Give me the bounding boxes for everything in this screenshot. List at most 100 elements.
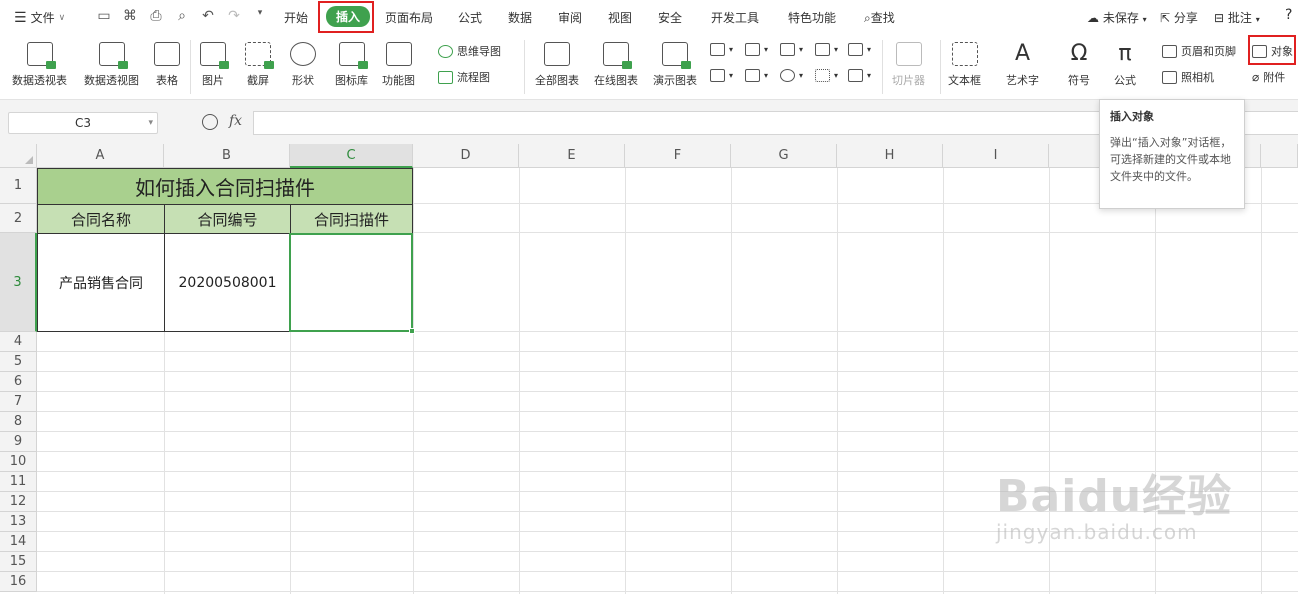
attachment-button[interactable]: ⌀ 附件 — [1252, 69, 1285, 85]
row-header-13[interactable]: 13 — [0, 512, 37, 532]
gridline — [37, 591, 1298, 592]
screenshot-button[interactable]: 截屏 — [245, 42, 274, 88]
column-header-i[interactable]: I — [943, 144, 1049, 168]
header-cell-c2[interactable]: 合同扫描件 — [290, 204, 413, 234]
other-chart-button[interactable]: ▾ — [848, 69, 871, 82]
mindmap-button[interactable]: 思维导图 — [438, 43, 501, 59]
row-header-14[interactable]: 14 — [0, 532, 37, 552]
function-chart-button[interactable]: 功能图 — [382, 42, 415, 88]
data-cell-b3[interactable]: 20200508001 — [164, 233, 291, 332]
header-cell-b2[interactable]: 合同编号 — [164, 204, 291, 234]
row-header-15[interactable]: 15 — [0, 552, 37, 572]
pi-icon: π — [1118, 41, 1132, 66]
search-button[interactable]: ⌕查找 — [864, 9, 895, 26]
print-preview-icon[interactable]: ⌕ — [174, 8, 190, 24]
flowchart-button[interactable]: 流程图 — [438, 69, 490, 85]
demo-charts-button[interactable]: 演示图表 — [653, 42, 697, 88]
print-icon[interactable]: ⎙ — [148, 8, 164, 24]
data-cell-a3[interactable]: 产品销售合同 — [37, 233, 165, 332]
column-header-e[interactable]: E — [519, 144, 625, 168]
redo-icon[interactable]: ↷ — [226, 8, 242, 24]
spreadsheet-grid[interactable]: A B C D E F G H I 1 2 3 4 5 6 7 8 9 10 1… — [0, 144, 1298, 594]
column-header-l[interactable] — [1261, 144, 1298, 168]
column-header-f[interactable]: F — [625, 144, 731, 168]
row-header-4[interactable]: 4 — [0, 332, 37, 352]
table-button[interactable]: 表格 — [154, 42, 180, 88]
row-header-12[interactable]: 12 — [0, 492, 37, 512]
row-header-7[interactable]: 7 — [0, 392, 37, 412]
tab-formulas[interactable]: 公式 — [458, 9, 482, 26]
pie-chart-icon — [780, 69, 795, 82]
area-chart-button[interactable]: ▾ — [848, 43, 871, 56]
select-all-corner[interactable] — [0, 144, 37, 168]
pivot-table-button[interactable]: 数据透视表 — [12, 42, 67, 88]
all-charts-button[interactable]: 全部图表 — [535, 42, 579, 88]
row-header-16[interactable]: 16 — [0, 572, 37, 592]
tab-page-layout[interactable]: 页面布局 — [385, 9, 433, 26]
unsaved-status[interactable]: ☁ 未保存 ▾ — [1087, 9, 1147, 26]
row-header-6[interactable]: 6 — [0, 372, 37, 392]
formula-button[interactable]: π 公式 — [1112, 42, 1138, 88]
column-header-g[interactable]: G — [731, 144, 837, 168]
row-header-5[interactable]: 5 — [0, 352, 37, 372]
comment-button[interactable]: ⊟ 批注 ▾ — [1214, 9, 1260, 26]
share-button[interactable]: ⇱ 分享 — [1160, 9, 1198, 26]
row-header-11[interactable]: 11 — [0, 472, 37, 492]
quick-access-toolbar: ▭ ⌘ ⎙ ⌕ ↶ ↷ ▾ — [96, 8, 268, 24]
symbol-button[interactable]: Ω 符号 — [1066, 42, 1092, 88]
icon-library-button[interactable]: 图标库 — [335, 42, 368, 88]
active-cell-selection[interactable] — [289, 233, 413, 332]
tab-review[interactable]: 审阅 — [558, 9, 582, 26]
textbox-button[interactable]: 文本框 — [948, 42, 981, 88]
tab-home[interactable]: 开始 — [284, 9, 308, 26]
wordart-label: 艺术字 — [1006, 74, 1039, 87]
shape-button[interactable]: 形状 — [290, 42, 316, 88]
column-header-h[interactable]: H — [837, 144, 943, 168]
picture-button[interactable]: 图片 — [200, 42, 229, 88]
tab-security[interactable]: 安全 — [658, 9, 682, 26]
pivot-chart-button[interactable]: 数据透视图 — [84, 42, 139, 88]
row-header-10[interactable]: 10 — [0, 452, 37, 472]
format-painter-icon[interactable]: ⌘ — [122, 8, 138, 24]
slicer-icon — [895, 42, 922, 66]
screenshot-label: 截屏 — [247, 74, 269, 87]
zoom-icon[interactable] — [202, 114, 218, 130]
title-cell-a1[interactable]: 如何插入合同扫描件 — [37, 168, 413, 205]
bar-chart-button[interactable]: ▾ — [745, 43, 768, 56]
online-charts-button[interactable]: 在线图表 — [594, 42, 638, 88]
save-icon[interactable]: ▭ — [96, 8, 112, 24]
scatter-chart-button[interactable]: ▾ — [815, 69, 838, 82]
combo-chart-icon — [745, 69, 760, 82]
stock-chart-button[interactable]: ▾ — [710, 69, 733, 82]
tab-features[interactable]: 特色功能 — [788, 9, 836, 26]
column-header-c[interactable]: C — [290, 144, 413, 168]
line-chart-button[interactable]: ▾ — [780, 43, 803, 56]
combo-chart-button[interactable]: ▾ — [745, 69, 768, 82]
fill-handle[interactable] — [409, 328, 415, 334]
customize-icon[interactable]: ▾ — [252, 8, 268, 24]
tab-view[interactable]: 视图 — [608, 9, 632, 26]
radar-chart-button[interactable]: ▾ — [815, 43, 838, 56]
row-header-1[interactable]: 1 — [0, 168, 37, 204]
pie-chart-button[interactable]: ▾ — [780, 69, 803, 82]
row-header-8[interactable]: 8 — [0, 412, 37, 432]
tab-data[interactable]: 数据 — [508, 9, 532, 26]
name-box[interactable]: C3 ▾ — [8, 112, 158, 134]
tab-developer[interactable]: 开发工具 — [711, 9, 759, 26]
help-button[interactable]: ? — [1285, 7, 1292, 23]
column-header-b[interactable]: B — [164, 144, 290, 168]
gridline — [37, 411, 1298, 412]
wordart-button[interactable]: A 艺术字 — [1006, 42, 1039, 88]
header-footer-button[interactable]: 页眉和页脚 — [1162, 43, 1236, 59]
row-header-2[interactable]: 2 — [0, 204, 37, 233]
file-menu[interactable]: ☰ 文件 ∨ — [14, 9, 65, 26]
camera-button[interactable]: 照相机 — [1162, 69, 1214, 85]
column-header-a[interactable]: A — [37, 144, 164, 168]
row-header-9[interactable]: 9 — [0, 432, 37, 452]
undo-icon[interactable]: ↶ — [200, 8, 216, 24]
row-header-3[interactable]: 3 — [0, 233, 37, 332]
column-header-d[interactable]: D — [413, 144, 519, 168]
fx-button[interactable]: fx — [229, 113, 242, 129]
column-chart-button[interactable]: ▾ — [710, 43, 733, 56]
header-cell-a2[interactable]: 合同名称 — [37, 204, 165, 234]
